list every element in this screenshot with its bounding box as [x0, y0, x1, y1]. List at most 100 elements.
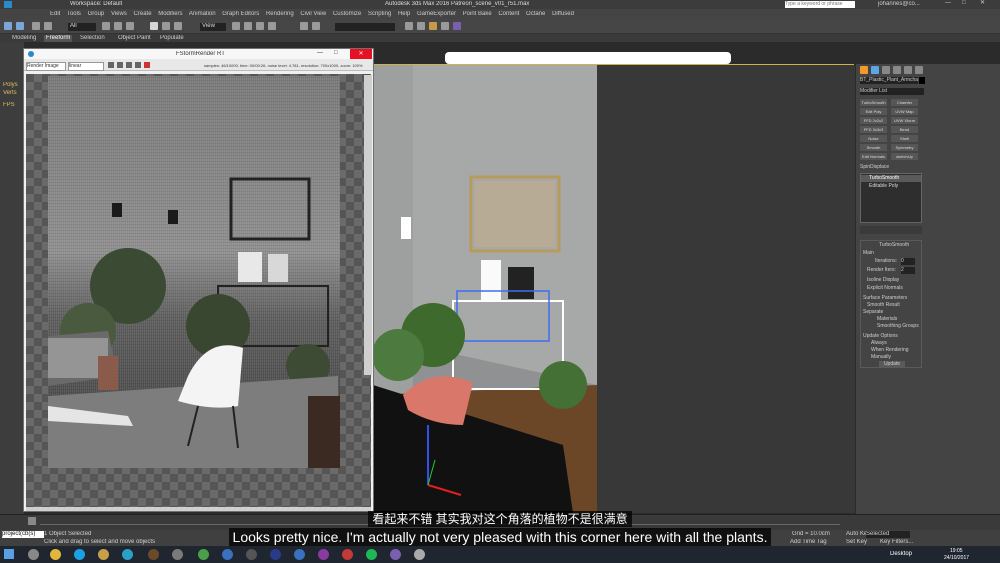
perspective-viewport[interactable]: [372, 52, 855, 513]
menu-item-create[interactable]: Create: [134, 11, 152, 17]
percent-snap-icon[interactable]: [268, 22, 276, 30]
save-image-icon[interactable]: [108, 62, 114, 68]
modifier-button[interactable]: Symmetry: [891, 144, 918, 151]
menu-item-scripting[interactable]: Scripting: [368, 11, 391, 17]
render-canvas[interactable]: [26, 74, 371, 508]
clear-icon[interactable]: [126, 62, 132, 68]
select-object-icon[interactable]: [102, 22, 110, 30]
modifier-button[interactable]: Edit Poly: [860, 108, 887, 115]
motion-tab-icon[interactable]: [893, 66, 901, 74]
move-icon[interactable]: [150, 22, 158, 30]
undo-icon[interactable]: [4, 22, 12, 30]
region-icon[interactable]: [135, 62, 141, 68]
schematic-view-icon[interactable]: [417, 22, 425, 30]
display-tab-icon[interactable]: [904, 66, 912, 74]
rf-close-button[interactable]: ✕: [350, 49, 372, 59]
app10-taskbar-icon[interactable]: [414, 549, 425, 560]
stack-controls[interactable]: [860, 226, 922, 234]
clock-time[interactable]: 19:05: [950, 548, 963, 555]
rollout-title[interactable]: TurboSmooth: [879, 242, 909, 249]
stack-item-editable-poly[interactable]: Editable Poly: [861, 183, 921, 190]
render-icon[interactable]: [453, 22, 461, 30]
modifier-button[interactable]: Smooth: [860, 144, 887, 151]
file-explorer-taskbar-icon[interactable]: [28, 549, 39, 560]
select-by-name-icon[interactable]: [114, 22, 122, 30]
menu-item-graph-editors[interactable]: Graph Editors: [222, 11, 259, 17]
unlink-icon[interactable]: [44, 22, 52, 30]
rect-selection-icon[interactable]: [126, 22, 134, 30]
workspace-label[interactable]: Workspace: Default: [70, 1, 122, 8]
menu-item-octane[interactable]: Octane: [526, 11, 545, 17]
when-rendering-radio[interactable]: When Rendering: [871, 347, 909, 354]
angle-snap-icon[interactable]: [256, 22, 264, 30]
tab-object-paint[interactable]: Object Paint: [118, 35, 151, 42]
modifier-stack[interactable]: TurboSmooth Editable Poly: [860, 173, 922, 223]
manually-radio[interactable]: Manually: [871, 354, 891, 361]
search-input[interactable]: Type a keyword or phrase: [785, 1, 855, 8]
lut-dropdown[interactable]: linear: [68, 62, 104, 71]
menu-item-civil-view[interactable]: Civil View: [300, 11, 326, 17]
desktop-toolbar-label[interactable]: Desktop: [890, 551, 912, 558]
menu-item-edit[interactable]: Edit: [50, 11, 60, 17]
app9-taskbar-icon[interactable]: [390, 549, 401, 560]
rf-maximize-button[interactable]: □: [334, 50, 338, 57]
app-logo-icon[interactable]: [4, 1, 12, 8]
menu-item-group[interactable]: Group: [88, 11, 105, 17]
viewport-search-bar[interactable]: [445, 52, 731, 64]
menu-item-diffused[interactable]: Diffused: [552, 11, 574, 17]
close-button[interactable]: ✕: [980, 0, 985, 7]
link-icon[interactable]: [32, 22, 40, 30]
menu-item-customize[interactable]: Customize: [333, 11, 361, 17]
start-icon[interactable]: [4, 549, 14, 559]
app5-taskbar-icon[interactable]: [246, 549, 257, 560]
menu-item-modifiers[interactable]: Modifiers: [158, 11, 182, 17]
hierarchy-tab-icon[interactable]: [882, 66, 890, 74]
modifier-button[interactable]: UVW Xform: [891, 117, 918, 124]
render-iters-label[interactable]: Render Iters:: [867, 267, 896, 274]
mirror-icon[interactable]: [300, 22, 308, 30]
modifier-button[interactable]: Shell: [891, 135, 918, 142]
material-editor-icon[interactable]: [429, 22, 437, 30]
named-selection-dropdown[interactable]: [335, 23, 395, 31]
redo-icon[interactable]: [16, 22, 24, 30]
pivot-icon[interactable]: [232, 22, 240, 30]
rf-minimize-button[interactable]: —: [317, 50, 323, 57]
menu-item-help[interactable]: Help: [398, 11, 410, 17]
render-setup-icon[interactable]: [441, 22, 449, 30]
modifier-button[interactable]: TurboSmooth: [860, 99, 887, 106]
minimize-button[interactable]: —: [945, 0, 951, 7]
tab-freeform[interactable]: Freeform: [44, 35, 73, 42]
folder-taskbar-icon[interactable]: [98, 549, 109, 560]
update-button[interactable]: Update: [879, 361, 905, 368]
user-label[interactable]: johannes@co...: [878, 1, 920, 8]
tab-modeling[interactable]: Modeling: [12, 35, 36, 42]
app4-taskbar-icon[interactable]: [222, 549, 233, 560]
copy-image-icon[interactable]: [117, 62, 123, 68]
stop-render-icon[interactable]: [144, 62, 150, 68]
menu-items[interactable]: Edit Tools Group Views Create Modifiers …: [50, 11, 574, 18]
curve-editor-icon[interactable]: [405, 22, 413, 30]
modifier-list-dropdown[interactable]: Modifier List: [860, 88, 924, 95]
channel-dropdown[interactable]: Render Image: [26, 62, 66, 71]
isoline-checkbox[interactable]: Isoline Display: [867, 277, 899, 284]
rf-vertical-scrollbar[interactable]: [364, 75, 372, 375]
photoshop-taskbar-icon[interactable]: [270, 549, 281, 560]
render-iters-spinner[interactable]: 2: [901, 267, 915, 274]
iterations-spinner[interactable]: 0: [901, 258, 915, 265]
menu-item-animation[interactable]: Animation: [189, 11, 216, 17]
render-frame-titlebar[interactable]: FStormRender RT — □ ✕: [24, 49, 373, 59]
modifier-button[interactable]: Bend: [891, 126, 918, 133]
reference-coord-dropdown[interactable]: View: [200, 23, 226, 31]
modify-tab-icon[interactable]: [871, 66, 879, 74]
create-tab-icon[interactable]: [860, 66, 868, 74]
menu-item-point-bake[interactable]: Point Bake: [463, 11, 492, 17]
tab-populate[interactable]: Populate: [160, 35, 184, 42]
spotify-taskbar-icon[interactable]: [366, 549, 377, 560]
menu-item-rendering[interactable]: Rendering: [266, 11, 294, 17]
menu-item-gameexporter[interactable]: GameExporter: [417, 11, 456, 17]
clock-date[interactable]: 24/10/2017: [944, 555, 969, 562]
object-name-field[interactable]: BT_Plastic_Plant_Armchair_D: [860, 77, 918, 84]
modifier-button[interactable]: FFD 2x2x2: [860, 117, 887, 124]
always-radio[interactable]: Always: [871, 340, 887, 347]
modifier-button[interactable]: Noise: [860, 135, 887, 142]
